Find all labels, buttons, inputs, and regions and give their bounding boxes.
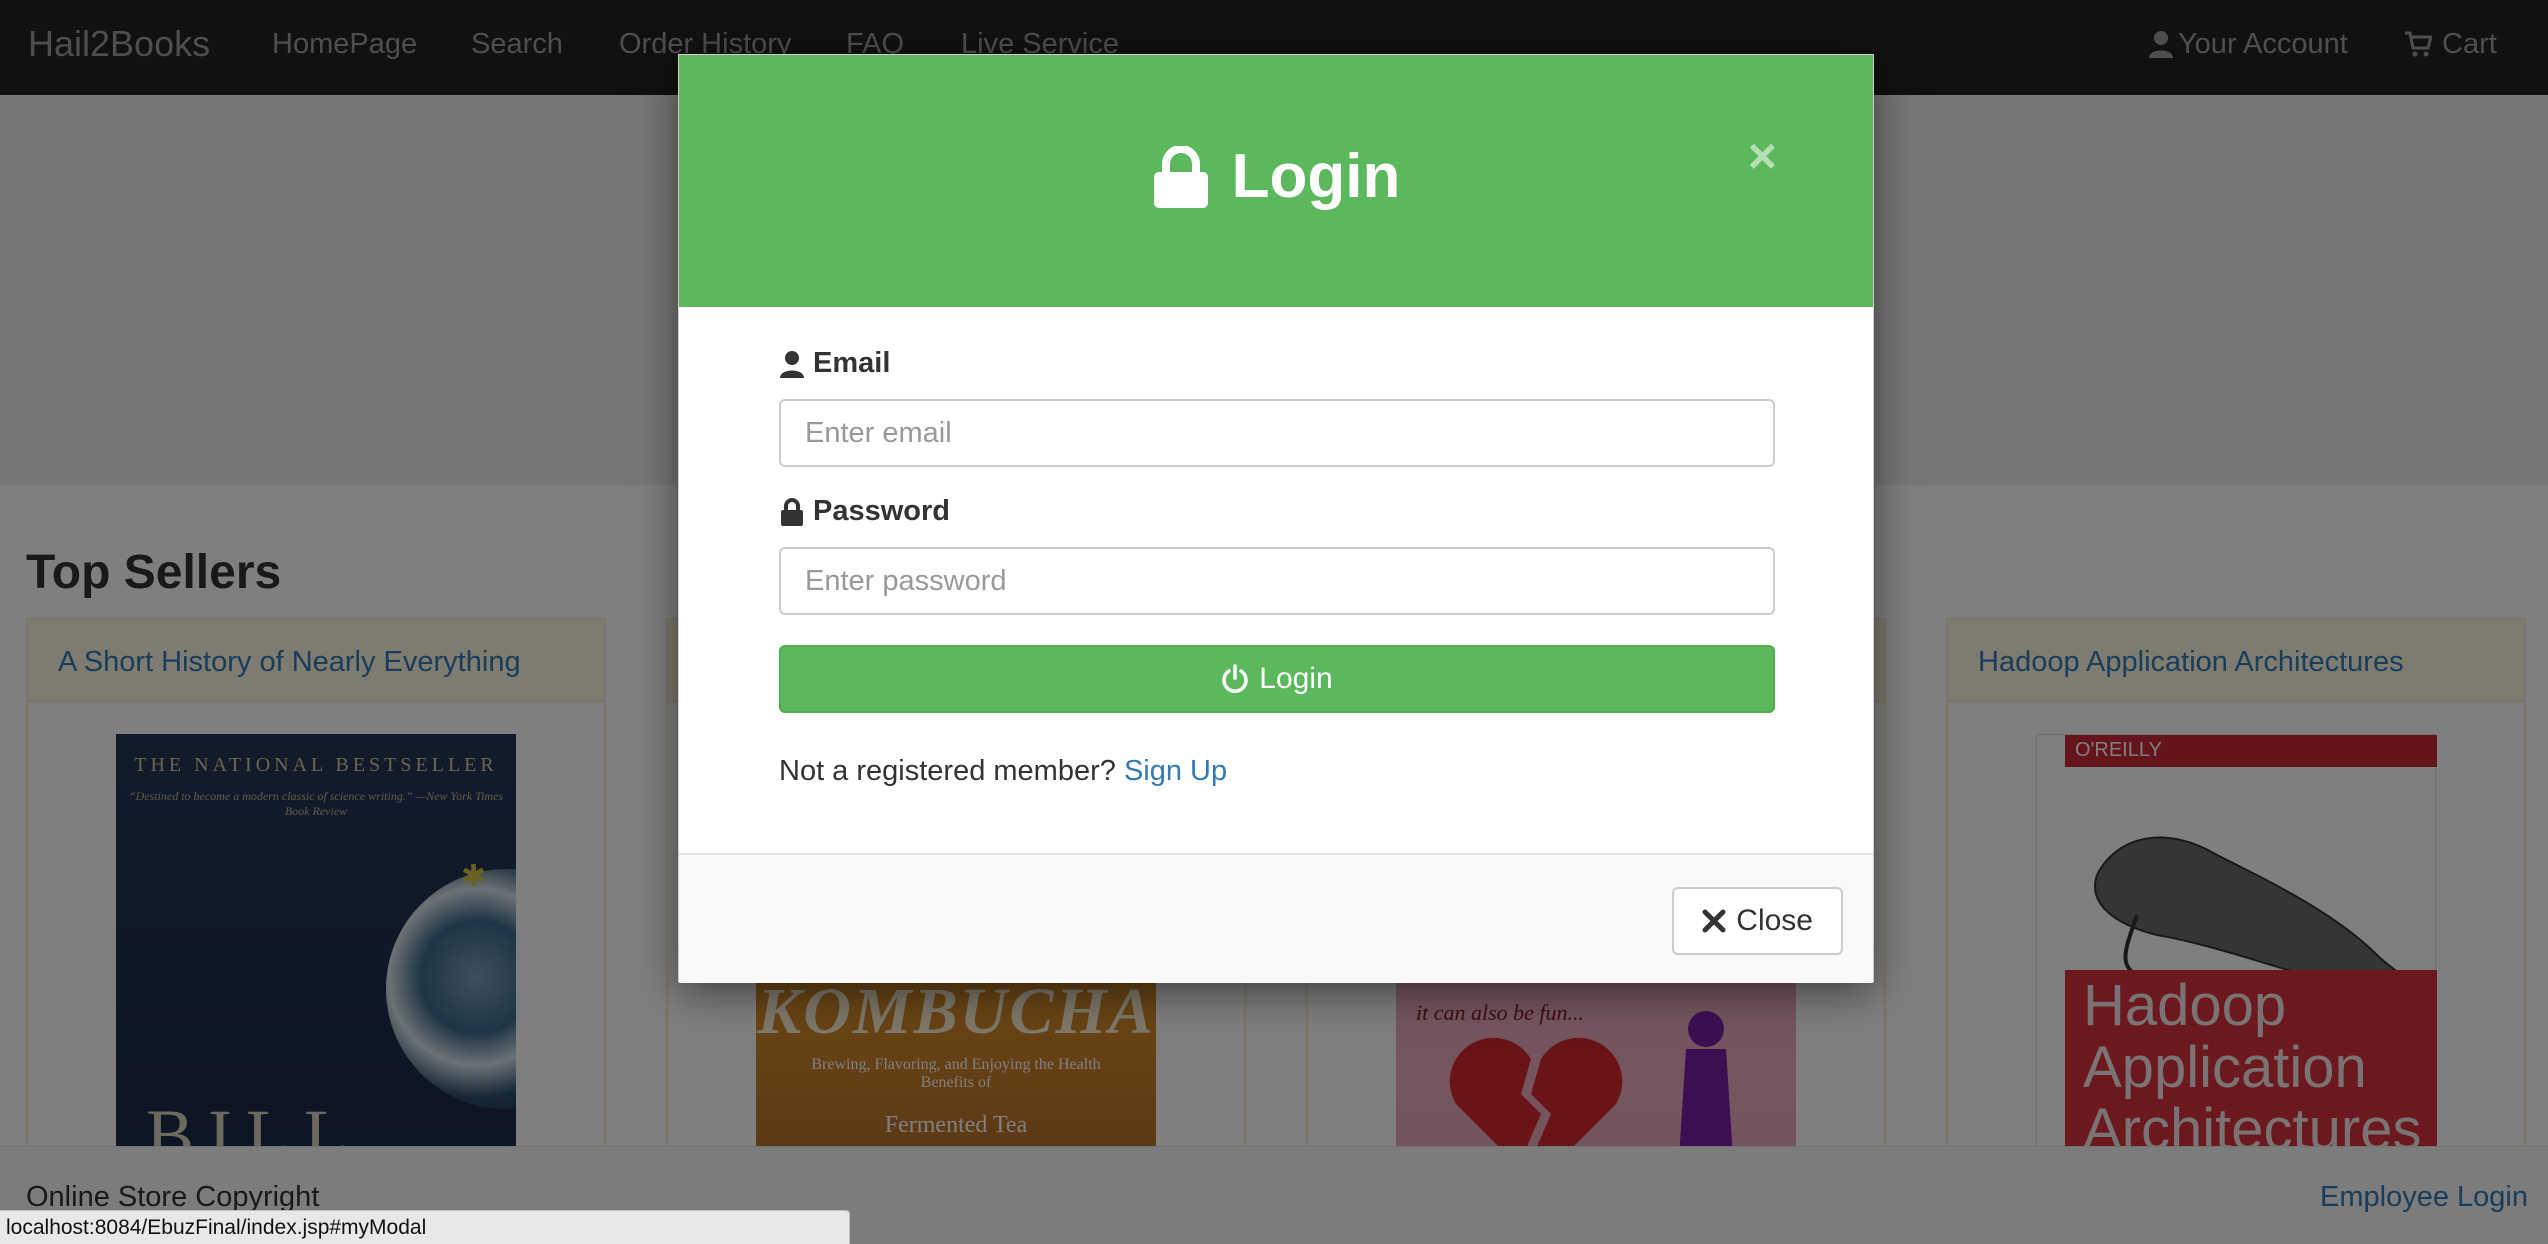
- close-icon[interactable]: ×: [1748, 131, 1777, 181]
- email-field[interactable]: [779, 399, 1775, 467]
- login-modal: Login × Email Password Login Not a regis…: [678, 54, 1874, 983]
- user-icon: [780, 350, 804, 378]
- close-icon: [1702, 909, 1726, 933]
- email-label-text: Email: [813, 347, 891, 379]
- modal-title: Login: [679, 141, 1873, 213]
- register-prompt: Not a registered member? Sign Up: [779, 755, 1227, 788]
- register-text: Not a registered member?: [779, 755, 1116, 787]
- modal-title-text: Login: [1231, 142, 1401, 211]
- password-label: Password: [779, 495, 950, 528]
- browser-status-url: localhost:8084/EbuzFinal/index.jsp#myMod…: [0, 1210, 850, 1244]
- signup-link[interactable]: Sign Up: [1124, 755, 1227, 787]
- modal-header: Login ×: [679, 55, 1873, 307]
- email-label: Email: [779, 347, 890, 380]
- power-icon: [1222, 664, 1249, 693]
- login-button-label: Login: [1259, 662, 1333, 695]
- modal-footer: Close: [679, 853, 1873, 983]
- password-label-text: Password: [813, 495, 950, 527]
- lock-icon: [781, 497, 803, 526]
- close-button-label: Close: [1736, 904, 1813, 937]
- login-button[interactable]: Login: [779, 645, 1775, 713]
- close-button[interactable]: Close: [1672, 887, 1843, 955]
- lock-icon: [1153, 146, 1208, 208]
- password-field[interactable]: [779, 547, 1775, 615]
